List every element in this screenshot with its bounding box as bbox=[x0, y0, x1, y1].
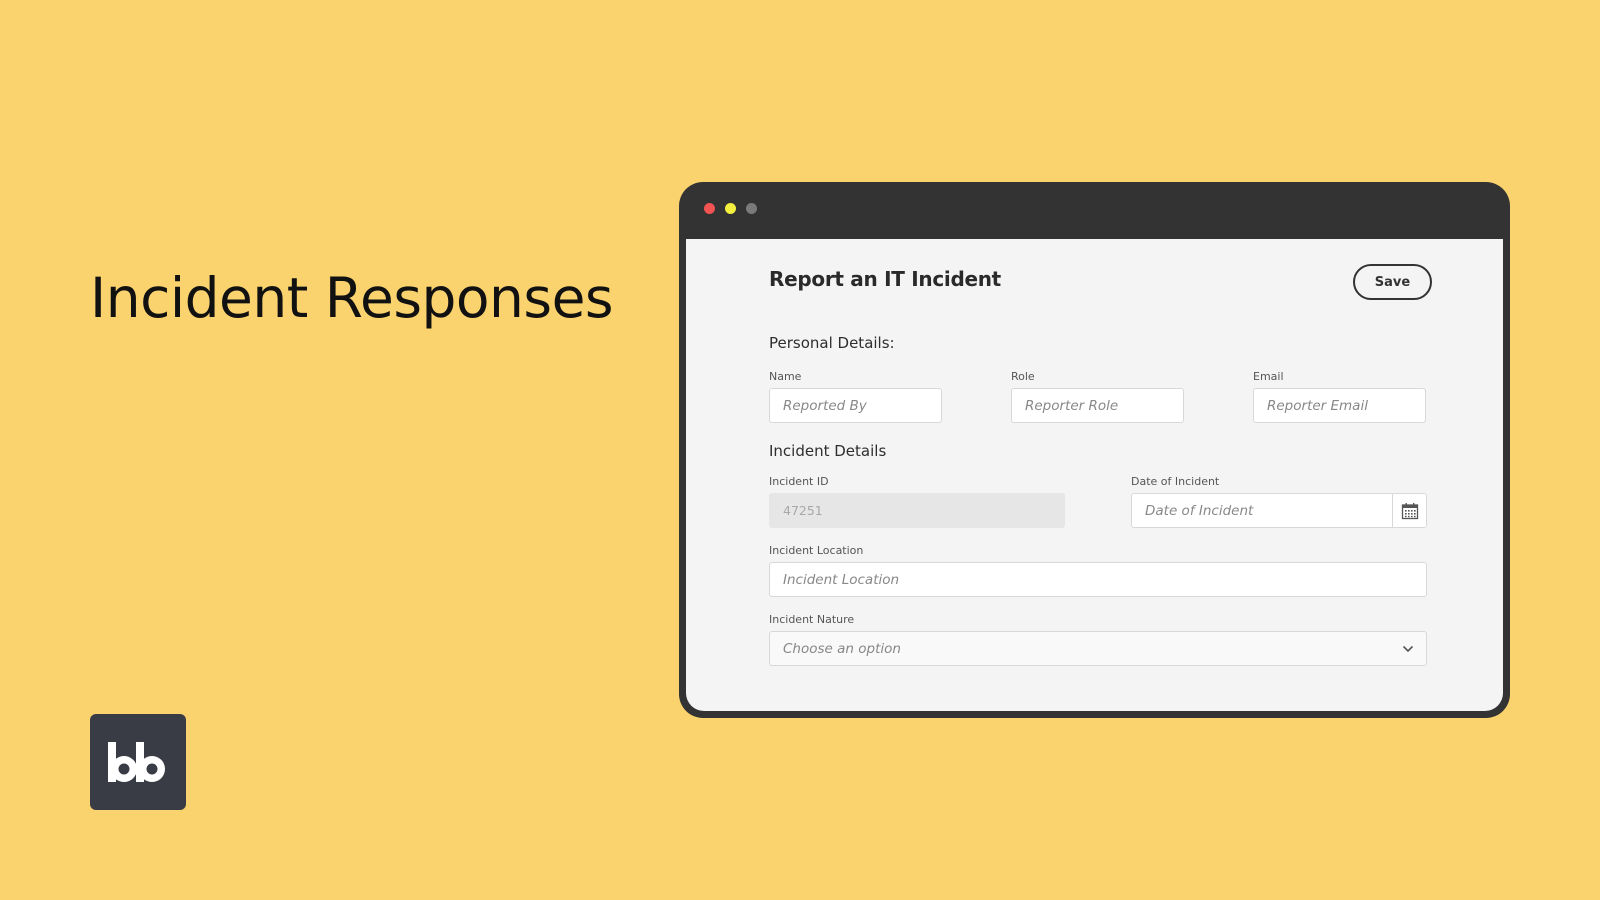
hero-title: Incident Responses bbox=[90, 266, 614, 330]
close-dot-icon[interactable] bbox=[704, 203, 715, 214]
location-input[interactable]: Incident Location bbox=[769, 562, 1427, 597]
date-input[interactable]: Date of Incident bbox=[1131, 493, 1427, 528]
role-placeholder: Reporter Role bbox=[1025, 397, 1119, 414]
date-label: Date of Incident bbox=[1131, 475, 1220, 488]
form-content: Report an IT Incident Save Personal Deta… bbox=[686, 239, 1503, 711]
form-title: Report an IT Incident bbox=[769, 267, 1001, 291]
name-input[interactable]: Reported By bbox=[769, 388, 942, 423]
minimize-dot-icon[interactable] bbox=[725, 203, 736, 214]
incident-id-input: 47251 bbox=[769, 493, 1065, 528]
date-placeholder: Date of Incident bbox=[1145, 502, 1254, 519]
window-controls bbox=[704, 203, 757, 214]
email-placeholder: Reporter Email bbox=[1267, 397, 1368, 414]
name-label: Name bbox=[769, 370, 802, 383]
logo-glyph bbox=[108, 742, 165, 782]
email-input[interactable]: Reporter Email bbox=[1253, 388, 1426, 423]
budibase-logo-icon bbox=[90, 714, 186, 810]
calendar-button[interactable] bbox=[1392, 494, 1426, 527]
name-placeholder: Reported By bbox=[783, 397, 867, 414]
incident-id-value: 47251 bbox=[783, 503, 823, 518]
app-window: Report an IT Incident Save Personal Deta… bbox=[679, 182, 1510, 718]
role-input[interactable]: Reporter Role bbox=[1011, 388, 1184, 423]
nature-select[interactable]: Choose an option bbox=[769, 631, 1427, 666]
email-label: Email bbox=[1253, 370, 1284, 383]
save-button[interactable]: Save bbox=[1353, 264, 1432, 300]
nature-label: Incident Nature bbox=[769, 613, 855, 626]
location-placeholder: Incident Location bbox=[783, 571, 900, 588]
nature-placeholder: Choose an option bbox=[783, 640, 901, 657]
calendar-icon bbox=[1401, 502, 1418, 519]
incident-details-heading: Incident Details bbox=[769, 442, 887, 460]
personal-details-heading: Personal Details: bbox=[769, 334, 895, 352]
role-label: Role bbox=[1011, 370, 1035, 383]
incident-id-label: Incident ID bbox=[769, 475, 829, 488]
maximize-dot-icon[interactable] bbox=[746, 203, 757, 214]
chevron-down-icon bbox=[1402, 645, 1414, 653]
location-label: Incident Location bbox=[769, 544, 864, 557]
